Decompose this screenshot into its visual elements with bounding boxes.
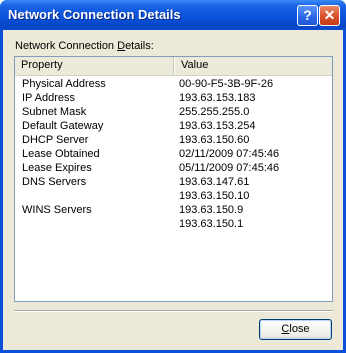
- property-cell: Lease Expires: [22, 162, 92, 174]
- property-cell: Default Gateway: [22, 120, 104, 132]
- list-item[interactable]: Physical Address 00-90-F5-3B-9F-26: [15, 77, 332, 91]
- title-close-button[interactable]: ✕: [319, 5, 340, 26]
- details-label-prefix: Network Connection: [15, 40, 118, 52]
- help-button[interactable]: ?: [297, 5, 318, 26]
- help-icon: ?: [303, 7, 312, 23]
- window-title: Network Connection Details: [8, 7, 181, 22]
- list-rows: Physical Address 00-90-F5-3B-9F-26 IP Addr…: [15, 77, 332, 231]
- value-cell: 02/11/2009 07:45:46: [179, 148, 280, 160]
- separator-line: [14, 310, 333, 312]
- property-cell: IP Address: [22, 92, 75, 104]
- list-item[interactable]: WINS Servers 193.63.150.9: [15, 203, 332, 217]
- list-item[interactable]: Lease Obtained 02/11/2009 07:45:46: [15, 147, 332, 161]
- list-item[interactable]: IP Address 193.63.153.183: [15, 91, 332, 105]
- value-cell: 255.255.255.0: [179, 106, 250, 118]
- close-button[interactable]: Close: [259, 319, 332, 340]
- close-icon: ✕: [323, 7, 336, 23]
- details-label-suffix: etails:: [125, 40, 154, 52]
- property-cell: Lease Obtained: [22, 148, 100, 160]
- value-cell: 193.63.150.1: [179, 218, 244, 230]
- close-button-label: lose: [289, 323, 310, 335]
- value-cell: 193.63.150.10: [179, 190, 250, 202]
- value-cell: 193.63.153.183: [179, 92, 256, 104]
- details-label: Network Connection Details:: [15, 40, 154, 52]
- value-cell: 05/11/2009 07:45:46: [179, 162, 280, 174]
- property-cell: WINS Servers: [22, 204, 92, 216]
- list-item[interactable]: 193.63.150.1: [15, 217, 332, 231]
- list-item[interactable]: DHCP Server 193.63.150.60: [15, 133, 332, 147]
- value-cell: 193.63.150.9: [179, 204, 244, 216]
- title-bar[interactable]: Network Connection Details ? ✕: [0, 0, 346, 30]
- column-header-value[interactable]: Value: [174, 57, 334, 74]
- list-item[interactable]: Lease Expires 05/11/2009 07:45:46: [15, 161, 332, 175]
- column-header-property[interactable]: Property: [15, 57, 174, 74]
- list-item[interactable]: Default Gateway 193.63.153.254: [15, 119, 332, 133]
- list-header: Property Value: [15, 57, 332, 76]
- list-item[interactable]: DNS Servers 193.63.147.61: [15, 175, 332, 189]
- list-item[interactable]: 193.63.150.10: [15, 189, 332, 203]
- property-cell: DNS Servers: [22, 176, 87, 188]
- property-cell: DHCP Server: [22, 134, 89, 146]
- details-list[interactable]: Property Value Physical Address 00-90-F5-…: [14, 56, 333, 302]
- dialog-client-area: Network Connection Details: Property Val…: [3, 30, 343, 350]
- dialog-window: Network Connection Details ? ✕ Network C…: [0, 0, 346, 353]
- details-label-accel: D: [117, 40, 126, 52]
- property-cell: Physical Address: [22, 78, 106, 90]
- value-cell: 193.63.147.61: [179, 176, 250, 188]
- value-cell: 193.63.153.254: [179, 120, 256, 132]
- property-cell: Subnet Mask: [22, 106, 87, 118]
- list-item[interactable]: Subnet Mask 255.255.255.0: [15, 105, 332, 119]
- value-cell: 00-90-F5-3B-9F-26: [179, 78, 274, 90]
- value-cell: 193.63.150.60: [179, 134, 250, 146]
